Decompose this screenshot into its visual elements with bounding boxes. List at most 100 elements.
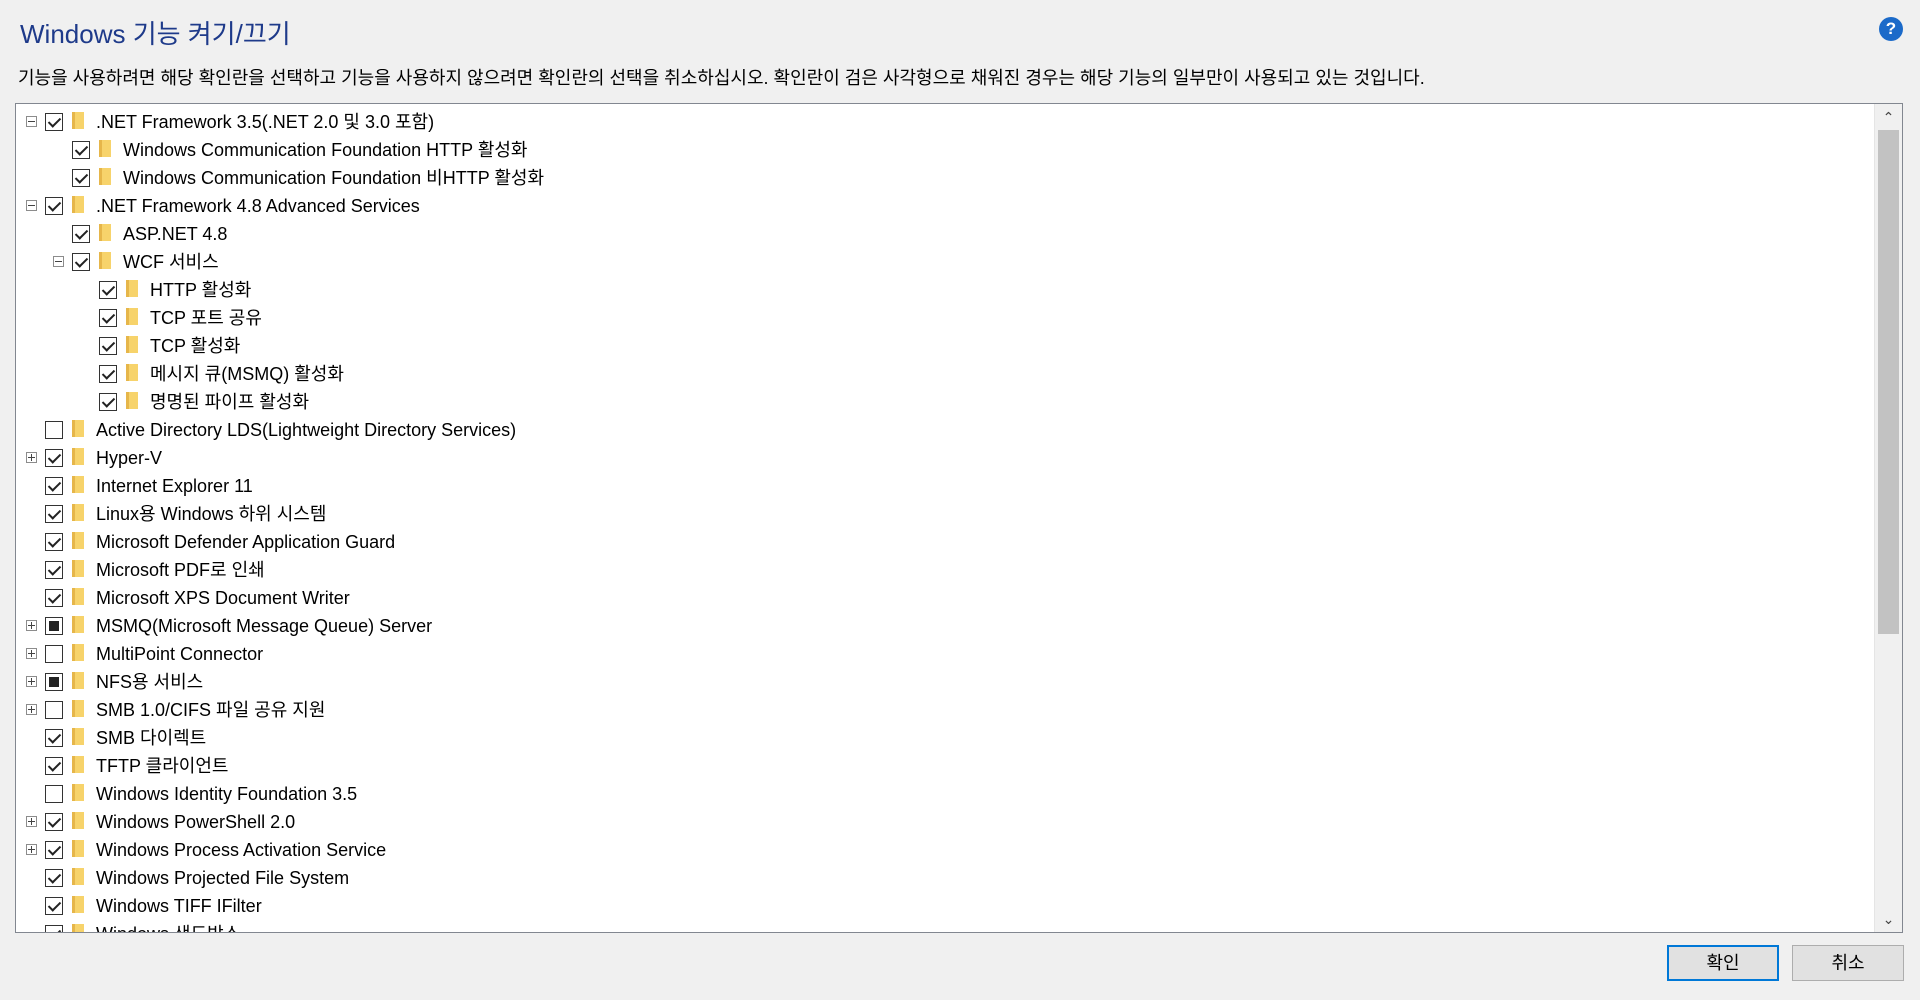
feature-label: Windows Identity Foundation 3.5 xyxy=(96,784,358,804)
feature-checkbox[interactable] xyxy=(99,281,117,299)
feature-label: Windows TIFF IFilter xyxy=(96,896,262,916)
feature-row[interactable]: .NET Framework 3.5(.NET 2.0 및 3.0 포함) xyxy=(16,108,1874,136)
feature-row[interactable]: Microsoft PDF로 인쇄 xyxy=(16,556,1874,584)
feature-row[interactable]: SMB 1.0/CIFS 파일 공유 지원 xyxy=(16,696,1874,724)
feature-label: Microsoft XPS Document Writer xyxy=(96,588,350,608)
feature-label: Microsoft PDF로 인쇄 xyxy=(96,560,265,580)
feature-row[interactable]: TCP 활성화 xyxy=(16,332,1874,360)
feature-checkbox[interactable] xyxy=(45,449,63,467)
expand-icon[interactable] xyxy=(26,816,37,827)
folder-icon xyxy=(72,700,84,717)
collapse-icon[interactable] xyxy=(26,116,37,127)
feature-label: Windows Process Activation Service xyxy=(96,840,387,860)
feature-row[interactable]: SMB 다이렉트 xyxy=(16,724,1874,752)
feature-row[interactable]: Windows Projected File System xyxy=(16,864,1874,892)
feature-label: Windows 샌드박스 xyxy=(96,923,240,932)
feature-row[interactable]: 메시지 큐(MSMQ) 활성화 xyxy=(16,360,1874,388)
feature-checkbox[interactable] xyxy=(99,337,117,355)
feature-checkbox[interactable] xyxy=(45,197,63,215)
feature-label: MSMQ(Microsoft Message Queue) Server xyxy=(96,616,433,636)
feature-checkbox[interactable] xyxy=(45,505,63,523)
feature-row[interactable]: Microsoft Defender Application Guard xyxy=(16,528,1874,556)
folder-icon xyxy=(72,672,84,689)
feature-checkbox[interactable] xyxy=(99,365,117,383)
feature-label: ASP.NET 4.8 xyxy=(123,224,228,244)
feature-tree: .NET Framework 3.5(.NET 2.0 및 3.0 포함) Win… xyxy=(15,103,1903,933)
feature-row[interactable]: .NET Framework 4.8 Advanced Services xyxy=(16,192,1874,220)
feature-row[interactable]: WCF 서비스 xyxy=(16,248,1874,276)
feature-row[interactable]: Windows PowerShell 2.0 xyxy=(16,808,1874,836)
feature-checkbox[interactable] xyxy=(45,477,63,495)
feature-label: Windows PowerShell 2.0 xyxy=(96,812,296,832)
feature-checkbox[interactable] xyxy=(72,141,90,159)
feature-checkbox[interactable] xyxy=(45,673,63,691)
feature-checkbox[interactable] xyxy=(45,113,63,131)
feature-checkbox[interactable] xyxy=(72,169,90,187)
expand-icon[interactable] xyxy=(26,844,37,855)
scroll-up-icon[interactable]: ⌃ xyxy=(1875,104,1902,130)
feature-row[interactable]: Windows TIFF IFilter xyxy=(16,892,1874,920)
scroll-thumb[interactable] xyxy=(1878,130,1899,634)
feature-row[interactable]: 명명된 파이프 활성화 xyxy=(16,388,1874,416)
feature-row[interactable]: NFS용 서비스 xyxy=(16,668,1874,696)
feature-checkbox[interactable] xyxy=(45,701,63,719)
help-icon[interactable]: ? xyxy=(1879,17,1903,41)
feature-checkbox[interactable] xyxy=(99,393,117,411)
feature-row[interactable]: TFTP 클라이언트 xyxy=(16,752,1874,780)
feature-label: TCP 활성화 xyxy=(150,336,241,356)
feature-checkbox[interactable] xyxy=(45,533,63,551)
feature-checkbox[interactable] xyxy=(45,561,63,579)
expand-icon[interactable] xyxy=(26,676,37,687)
feature-row[interactable]: Hyper-V xyxy=(16,444,1874,472)
folder-icon xyxy=(126,308,138,325)
feature-checkbox[interactable] xyxy=(45,617,63,635)
folder-icon xyxy=(72,448,84,465)
feature-row[interactable]: MultiPoint Connector xyxy=(16,640,1874,668)
feature-label: WCF 서비스 xyxy=(123,252,219,272)
cancel-button[interactable]: 취소 xyxy=(1792,945,1904,981)
ok-button[interactable]: 확인 xyxy=(1667,945,1779,981)
feature-row[interactable]: Windows Communication Foundation 비HTTP 활… xyxy=(16,164,1874,192)
feature-checkbox[interactable] xyxy=(45,785,63,803)
feature-checkbox[interactable] xyxy=(72,225,90,243)
folder-icon xyxy=(72,532,84,549)
feature-row[interactable]: ASP.NET 4.8 xyxy=(16,220,1874,248)
feature-label: Linux용 Windows 하위 시스템 xyxy=(96,504,327,524)
collapse-icon[interactable] xyxy=(53,256,64,267)
feature-checkbox[interactable] xyxy=(99,309,117,327)
feature-checkbox[interactable] xyxy=(45,589,63,607)
folder-icon xyxy=(72,420,84,437)
feature-row[interactable]: Windows Process Activation Service xyxy=(16,836,1874,864)
feature-row[interactable]: Windows 샌드박스 xyxy=(16,920,1874,932)
expand-icon[interactable] xyxy=(26,704,37,715)
feature-row[interactable]: MSMQ(Microsoft Message Queue) Server xyxy=(16,612,1874,640)
feature-row[interactable]: Linux용 Windows 하위 시스템 xyxy=(16,500,1874,528)
feature-row[interactable]: HTTP 활성화 xyxy=(16,276,1874,304)
feature-row[interactable]: TCP 포트 공유 xyxy=(16,304,1874,332)
folder-icon xyxy=(72,728,84,745)
feature-checkbox[interactable] xyxy=(45,645,63,663)
expand-icon[interactable] xyxy=(26,620,37,631)
feature-checkbox[interactable] xyxy=(45,897,63,915)
feature-row[interactable]: Internet Explorer 11 xyxy=(16,472,1874,500)
feature-checkbox[interactable] xyxy=(45,729,63,747)
feature-row[interactable]: Windows Identity Foundation 3.5 xyxy=(16,780,1874,808)
feature-row[interactable]: Microsoft XPS Document Writer xyxy=(16,584,1874,612)
feature-label: Windows Communication Foundation 비HTTP 활… xyxy=(123,168,545,188)
feature-checkbox[interactable] xyxy=(45,813,63,831)
feature-checkbox[interactable] xyxy=(45,869,63,887)
expand-icon[interactable] xyxy=(26,452,37,463)
feature-row[interactable]: Active Directory LDS(Lightweight Directo… xyxy=(16,416,1874,444)
feature-checkbox[interactable] xyxy=(45,925,63,932)
feature-checkbox[interactable] xyxy=(45,841,63,859)
feature-checkbox[interactable] xyxy=(45,421,63,439)
expand-icon[interactable] xyxy=(26,648,37,659)
feature-row[interactable]: Windows Communication Foundation HTTP 활성… xyxy=(16,136,1874,164)
feature-label: Microsoft Defender Application Guard xyxy=(96,532,396,552)
feature-checkbox[interactable] xyxy=(45,757,63,775)
feature-label: 명명된 파이프 활성화 xyxy=(150,392,310,412)
scroll-down-icon[interactable]: ⌄ xyxy=(1875,906,1902,932)
feature-checkbox[interactable] xyxy=(72,253,90,271)
tree-scrollbar[interactable]: ⌃ ⌄ xyxy=(1874,104,1902,932)
collapse-icon[interactable] xyxy=(26,200,37,211)
